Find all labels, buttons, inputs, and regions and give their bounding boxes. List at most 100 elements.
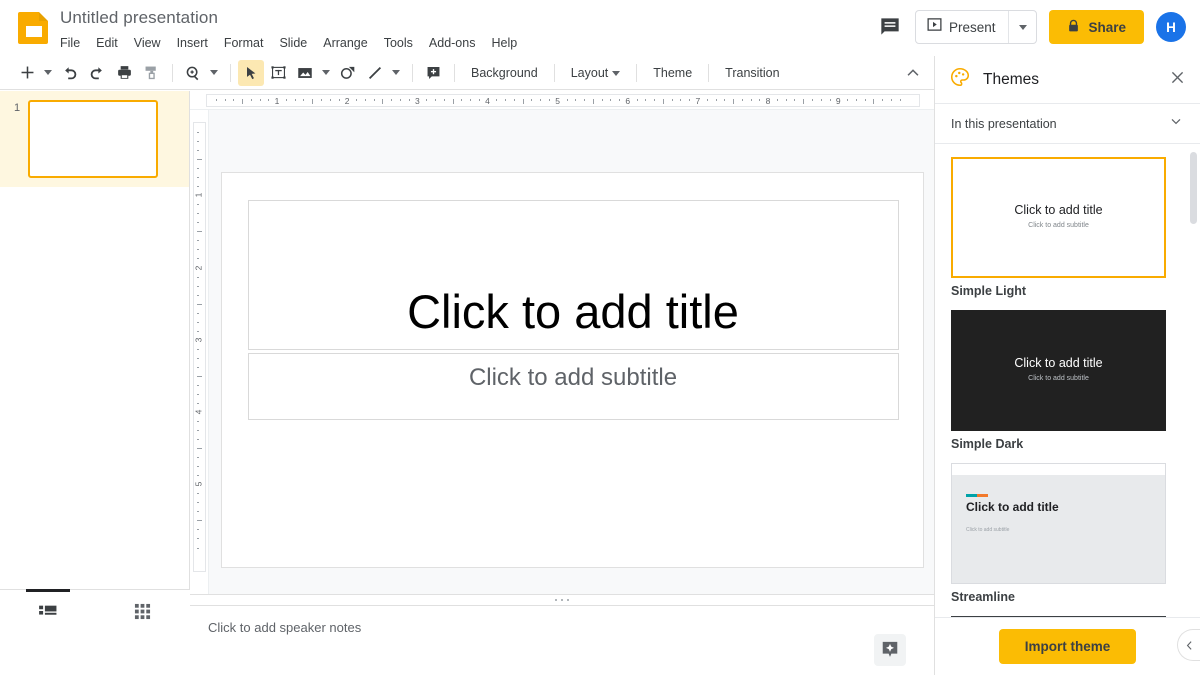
theme-name: Simple Dark: [951, 437, 1024, 451]
ruler-tick-label: 7: [695, 96, 701, 106]
ruler-tick-label: 2: [344, 96, 350, 106]
present-dropdown-button[interactable]: [1008, 11, 1036, 43]
speaker-notes[interactable]: Click to add speaker notes: [190, 605, 934, 675]
ruler-tick: [197, 312, 199, 314]
menu-format[interactable]: Format: [216, 33, 272, 53]
line-dropdown[interactable]: [389, 70, 403, 75]
theme-list[interactable]: Click to add title Click to add subtitle…: [935, 145, 1200, 625]
ruler-tick: [531, 99, 533, 101]
ruler-tick: [470, 99, 472, 101]
close-icon[interactable]: [1169, 69, 1186, 91]
select-cursor-icon[interactable]: [238, 59, 264, 86]
document-title[interactable]: Untitled presentation: [60, 8, 218, 28]
theme-item-streamline[interactable]: Click to add title Click to add subtitle…: [951, 463, 1184, 604]
ruler-tick: [820, 99, 822, 101]
title-placeholder-box[interactable]: Click to add title: [247, 200, 899, 350]
ruler-tick-label: 4: [485, 96, 490, 106]
filmstrip-view-icon[interactable]: [0, 590, 95, 632]
present-button-group: Present: [914, 10, 1038, 44]
ruler-tick: [197, 186, 199, 188]
grid-view-icon[interactable]: [95, 590, 190, 632]
theme-preview-subtitle: Click to add subtitle: [1028, 222, 1089, 229]
ruler-tick-label: 9: [835, 96, 841, 106]
redo-icon[interactable]: [84, 60, 110, 86]
ruler-tick: [864, 99, 866, 101]
ruler-tick: [242, 99, 244, 104]
new-slide-icon[interactable]: [14, 60, 40, 86]
theme-preview: Click to add title Click to add subtitle: [951, 310, 1166, 431]
ruler-tick: [803, 99, 805, 104]
transition-button[interactable]: Transition: [716, 62, 788, 84]
ruler-tick: [268, 99, 270, 101]
menu-help[interactable]: Help: [483, 33, 525, 53]
theme-name: Streamline: [951, 590, 1015, 604]
text-box-icon[interactable]: [265, 60, 291, 86]
ruler-tick-label: 2: [193, 265, 204, 270]
present-button[interactable]: Present: [916, 11, 1009, 43]
shape-icon[interactable]: [335, 60, 361, 86]
theme-section-selector[interactable]: In this presentation: [935, 104, 1200, 144]
layout-button[interactable]: Layout: [562, 62, 630, 84]
subtitle-placeholder-box[interactable]: Click to add subtitle: [247, 353, 899, 420]
theme-section-label: In this presentation: [951, 116, 1057, 131]
print-icon[interactable]: [111, 60, 137, 86]
new-slide-dropdown[interactable]: [41, 70, 55, 75]
background-button[interactable]: Background: [462, 62, 547, 84]
slide-number: 1: [14, 102, 21, 114]
menu-add-ons[interactable]: Add-ons: [421, 33, 484, 53]
menu-edit[interactable]: Edit: [88, 33, 126, 53]
slides-icon[interactable]: [18, 12, 48, 44]
ruler-tick: [197, 520, 202, 522]
menu-arrange[interactable]: Arrange: [315, 33, 375, 53]
line-icon[interactable]: [362, 60, 388, 86]
comment-icon[interactable]: [877, 14, 903, 40]
theme-preview-title: Click to add title: [966, 500, 1059, 514]
filmstrip-slide-1[interactable]: 1: [0, 91, 189, 187]
theme-button[interactable]: Theme: [644, 62, 701, 84]
image-icon[interactable]: [292, 60, 318, 86]
ruler-tick: [197, 213, 199, 215]
menu-view[interactable]: View: [126, 33, 169, 53]
ruler-tick: [890, 99, 892, 101]
ruler-tick: [197, 321, 199, 323]
ruler-tick: [303, 99, 305, 101]
menu-file[interactable]: File: [60, 33, 88, 53]
undo-icon[interactable]: [57, 60, 83, 86]
menu-insert[interactable]: Insert: [169, 33, 216, 53]
vertical-ruler[interactable]: 1 2 3 4 5: [190, 110, 209, 594]
paint-format-icon[interactable]: [138, 60, 164, 86]
ruler-tick: [197, 493, 199, 495]
theme-item-simple-dark[interactable]: Click to add title Click to add subtitle…: [951, 310, 1184, 451]
comment-add-icon[interactable]: [420, 60, 446, 86]
slide-canvas[interactable]: Click to add title Click to add subtitle: [209, 110, 934, 594]
zoom-dropdown[interactable]: [207, 70, 221, 75]
horizontal-ruler[interactable]: 1 2 3 4 5 6 7 8 9: [190, 91, 934, 110]
ruler-tick: [899, 99, 901, 101]
avatar[interactable]: H: [1156, 12, 1186, 42]
theme-preview-title: Click to add title: [1014, 203, 1103, 217]
notes-resize-handle[interactable]: [190, 594, 934, 605]
present-label: Present: [948, 19, 996, 35]
explore-icon[interactable]: [874, 634, 906, 666]
slide-thumbnail[interactable]: [28, 100, 158, 178]
zoom-icon[interactable]: [180, 60, 206, 86]
theme-preview: Click to add title Click to add subtitle: [951, 463, 1166, 584]
themes-scrollbar[interactable]: [1190, 152, 1197, 224]
image-dropdown[interactable]: [319, 70, 333, 75]
menu-slide[interactable]: Slide: [271, 33, 315, 53]
collapse-toolbar-button[interactable]: [904, 64, 922, 87]
ruler-tick: [197, 204, 199, 206]
ruler-tick: [706, 99, 708, 101]
current-slide[interactable]: Click to add title Click to add subtitle: [220, 172, 924, 568]
ruler-tick-label: 5: [193, 481, 204, 487]
ruler-tick: [197, 529, 199, 531]
theme-preview: Click to add title Click to add subtitle: [951, 157, 1166, 278]
theme-item-simple-light[interactable]: Click to add title Click to add subtitle…: [951, 157, 1184, 298]
menu-tools[interactable]: Tools: [376, 33, 421, 53]
share-button[interactable]: Share: [1049, 10, 1144, 44]
theme-preview-subtitle: Click to add subtitle: [966, 527, 1010, 533]
ruler-tick: [399, 99, 401, 101]
import-theme-button[interactable]: Import theme: [998, 629, 1137, 664]
chevron-down-icon: [612, 70, 621, 76]
ruler-tick: [513, 99, 515, 101]
